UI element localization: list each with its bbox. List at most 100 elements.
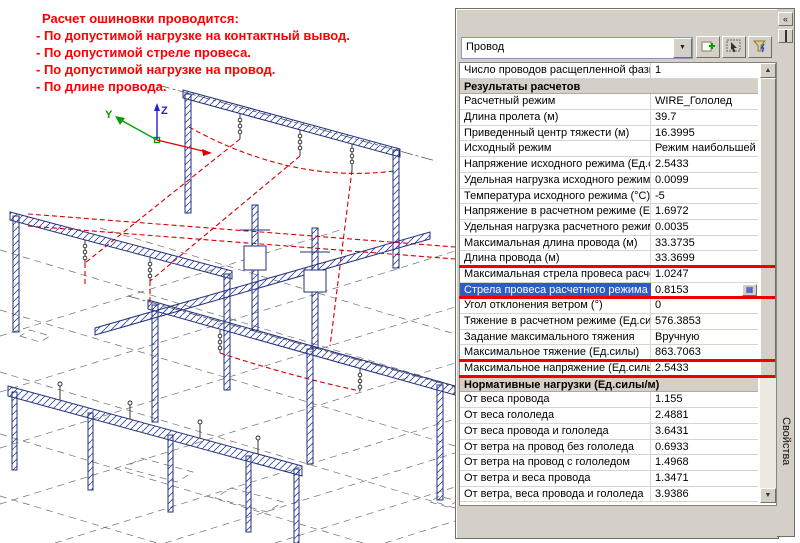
property-value[interactable]: 1.155 <box>651 392 758 407</box>
property-label: Удельная нагрузка расчетного режим... <box>460 219 651 235</box>
collapse-panel-button[interactable]: « <box>778 12 793 26</box>
scrollbar-thumb[interactable] <box>760 78 776 378</box>
property-value[interactable]: 1 <box>651 63 758 78</box>
application-window: Z Y Расчет ошиновки проводится: - По доп… <box>0 0 800 543</box>
property-row[interactable]: От ветра на провод без гололеда 0.6933 <box>460 439 758 456</box>
property-value[interactable]: 33.3735 <box>651 236 758 251</box>
property-value[interactable]: 1.3471 <box>651 471 758 486</box>
palette-window-button[interactable] <box>778 29 793 43</box>
select-objects-button[interactable] <box>722 36 746 58</box>
property-label: Температура исходного режима (°C) <box>460 188 651 204</box>
property-value[interactable]: 0.8153 ▦ <box>651 283 758 298</box>
palette-tab-title[interactable]: Свойства <box>780 417 792 465</box>
ucs-icon: Z Y <box>105 103 212 156</box>
property-value[interactable]: 3.6431 <box>651 424 758 439</box>
section-header[interactable]: Нормативные нагрузки (Ед.силы/м) <box>460 376 758 393</box>
property-value[interactable]: 2.5433 <box>651 361 758 376</box>
property-value[interactable]: 16.3995 <box>651 126 758 141</box>
property-value[interactable]: Вручную <box>651 330 758 345</box>
property-value[interactable]: 1.0247 <box>651 267 758 282</box>
steel-structures[interactable] <box>7 89 456 543</box>
property-row[interactable]: Максимальное напряжение (Ед.силы) 2.5433 <box>459 361 775 378</box>
property-label: От ветра на провод без гололеда <box>460 439 651 455</box>
properties-panel: Провод ▼ Число проводов расщепленной фаз… <box>455 8 779 539</box>
cursor-select-icon <box>726 39 741 53</box>
property-value[interactable]: 0.0099 <box>651 173 758 188</box>
property-label: От ветра и веса провода <box>460 470 651 486</box>
property-value[interactable]: 39.7 <box>651 110 758 125</box>
property-row[interactable]: Стрела провеса расчетного режима (м) 0.81… <box>459 282 775 300</box>
vertical-scrollbar[interactable]: ▲ ▼ <box>760 63 776 503</box>
property-label: Напряжение исходного режима (Ед.си... <box>460 157 651 172</box>
red-underline-annotation <box>459 359 775 363</box>
quick-select-button[interactable] <box>748 36 772 58</box>
property-value[interactable]: 1.4968 <box>651 455 758 470</box>
property-value[interactable]: 1.6972 <box>651 204 758 219</box>
property-row[interactable]: Число проводов расщепленной фазы 1 <box>460 63 758 79</box>
property-label: Максимальная длина провода (м) <box>460 235 651 251</box>
property-value[interactable]: Режим наибольшей на... <box>651 141 758 156</box>
property-row[interactable]: Удельная нагрузка исходного режима... 0.0… <box>460 172 758 189</box>
property-label: Стрела провеса расчетного режима (м) <box>460 282 651 298</box>
annotation-note: Расчет ошиновки проводится: - По допусти… <box>36 10 350 95</box>
annotation-line: - По допустимой нагрузке на провод. <box>36 62 276 77</box>
property-value[interactable]: 576.3853 <box>651 314 758 329</box>
property-value[interactable]: 2.4881 <box>651 408 758 423</box>
property-value[interactable]: -5 <box>651 189 758 204</box>
palette-docking-strip: « Свойства <box>777 8 795 537</box>
property-row[interactable]: Максимальное тяжение (Ед.силы) 863.7063 <box>459 345 775 363</box>
property-row[interactable]: Угол отклонения ветром (°) 0 <box>460 298 758 314</box>
property-value[interactable]: 0.0035 <box>651 220 758 235</box>
annotation-line: - По допустимой нагрузке на контактный в… <box>36 28 350 43</box>
property-row[interactable]: Расчетный режим WIRE_Гололед <box>460 94 758 111</box>
property-row[interactable]: Температура исходного режима (°C) -5 <box>460 188 758 205</box>
selected-object-label: Провод <box>466 41 505 53</box>
property-row[interactable]: Задание максимального тяжения Вручную <box>460 329 758 346</box>
property-row[interactable]: Максимальная стрела провеса расчет... 1.0… <box>460 266 758 283</box>
property-row[interactable]: Исходный режимРежим наибольшей на... <box>460 141 758 158</box>
chevron-down-icon[interactable]: ▼ <box>673 38 692 58</box>
property-value[interactable]: 863.7063 <box>651 345 758 360</box>
red-underline-annotation <box>459 296 775 300</box>
property-label: Тяжение в расчетном режиме (Ед.силы) <box>460 314 651 329</box>
property-label: От веса провода <box>460 392 651 408</box>
property-value[interactable]: WIRE_Гололед <box>651 94 758 109</box>
property-row[interactable]: Удельная нагрузка расчетного режим... 0.0… <box>460 219 758 236</box>
scroll-up-button[interactable]: ▲ <box>760 63 776 78</box>
calculator-button[interactable]: ▦ <box>742 283 757 296</box>
property-label: Задание максимального тяжения <box>460 329 651 345</box>
property-row[interactable]: От веса гололеда 2.4881 <box>460 408 758 424</box>
property-label: От ветра на провод с гололедом <box>460 455 651 470</box>
annotation-line: - По допустимой стреле провеса. <box>36 45 251 60</box>
property-label: Расчетный режим <box>460 94 651 110</box>
property-row[interactable]: Тяжение в расчетном режиме (Ед.силы) 576.… <box>460 314 758 330</box>
property-value[interactable]: 3.9386 <box>651 487 758 502</box>
property-row[interactable]: От ветра на провод с гололедом 1.4968 <box>460 455 758 471</box>
property-row[interactable]: От веса провода и гололеда 3.6431 <box>460 423 758 440</box>
property-row[interactable]: От ветра, веса провода и гололеда 3.9386 <box>460 486 758 503</box>
scroll-down-button[interactable]: ▼ <box>760 488 776 503</box>
property-row[interactable]: Длина пролета (м) 39.7 <box>460 110 758 126</box>
axis-label-y: Y <box>105 109 113 121</box>
property-row[interactable]: Напряжение исходного режима (Ед.си... 2.5… <box>460 157 758 173</box>
property-row[interactable]: Максимальная длина провода (м) 33.3735 <box>460 235 758 252</box>
property-grid: Число проводов расщепленной фазы 1 Результ… <box>459 63 775 503</box>
wire-lines[interactable] <box>27 126 456 392</box>
property-label: Максимальное напряжение (Ед.силы) <box>460 361 651 376</box>
property-row[interactable]: Напряжение в расчетном режиме (Ед.с...1.… <box>460 204 758 220</box>
property-label: Максимальная стрела провеса расчет... <box>460 266 651 282</box>
property-grid-container: Число проводов расщепленной фазы 1 Результ… <box>459 62 777 506</box>
property-label: От веса гололеда <box>460 408 651 423</box>
property-value[interactable]: 0.6933 <box>651 440 758 455</box>
object-selector-combobox[interactable]: Провод ▼ <box>461 37 693 59</box>
section-header[interactable]: Результаты расчетов <box>460 78 758 95</box>
property-value[interactable]: 2.5433 <box>651 157 758 172</box>
property-row[interactable]: От ветра и веса провода 1.3471 <box>460 470 758 487</box>
property-row[interactable]: Длина провода (м) 33.3699 <box>459 251 775 268</box>
property-row[interactable]: От веса провода 1.155 <box>460 392 758 409</box>
toggle-pickadd-button[interactable] <box>696 36 720 58</box>
property-label: Напряжение в расчетном режиме (Ед.с... <box>460 204 651 219</box>
property-value[interactable]: 33.3699 <box>651 251 758 266</box>
property-value[interactable]: 0 <box>651 298 758 313</box>
property-row[interactable]: Приведенный центр тяжести (м) 16.3995 <box>460 125 758 142</box>
